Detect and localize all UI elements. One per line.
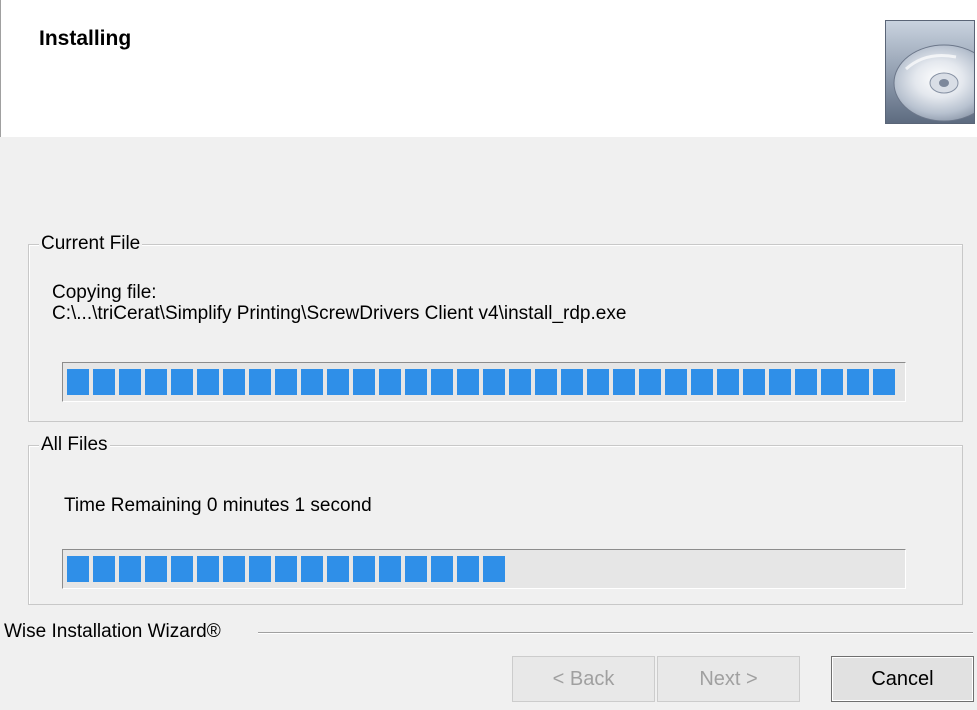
current-file-progress-fill xyxy=(67,369,895,395)
back-button[interactable]: < Back xyxy=(512,656,655,702)
next-button[interactable]: Next > xyxy=(657,656,800,702)
cd-disc-icon xyxy=(885,20,975,124)
current-file-legend: Current File xyxy=(39,233,143,255)
wizard-brand-label: Wise Installation Wizard® xyxy=(4,620,225,643)
all-files-progress-fill xyxy=(67,556,505,582)
current-file-progress-bar xyxy=(62,362,906,402)
footer-divider xyxy=(258,632,973,634)
copying-file-label: Copying file: xyxy=(52,282,157,303)
page-title: Installing xyxy=(39,27,132,50)
header-banner: Installing xyxy=(0,0,977,137)
current-file-path: C:\...\triCerat\Simplify Printing\ScrewD… xyxy=(52,303,627,324)
wizard-footer: Wise Installation Wizard® xyxy=(0,620,977,644)
all-files-progress-bar xyxy=(62,549,906,589)
time-remaining-label: Time Remaining 0 minutes 1 second xyxy=(64,495,372,516)
cancel-button[interactable]: Cancel xyxy=(831,656,974,702)
all-files-legend: All Files xyxy=(39,434,110,456)
